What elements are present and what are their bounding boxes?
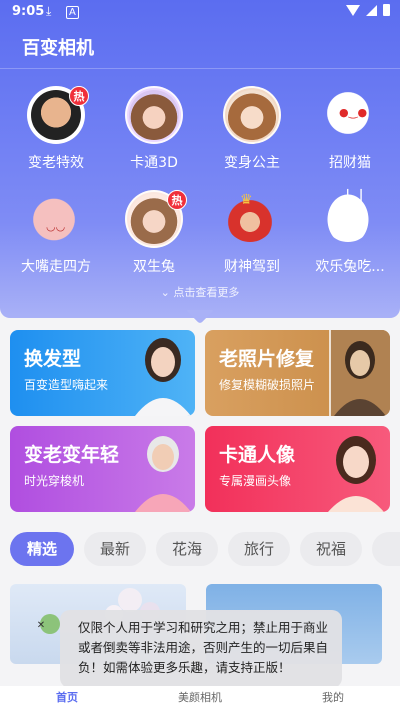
- category-chips: 精选 最新 花海 旅行 祝福: [0, 532, 400, 568]
- effect-avatar: [125, 86, 183, 144]
- hero-divider: [0, 68, 400, 69]
- hero-notch: [186, 310, 214, 324]
- effect-label: 财神驾到: [224, 259, 280, 275]
- card-portrait: [135, 436, 191, 512]
- disclaimer-toast: 仅限个人用于学习和研究之用；禁止用于商业或者倒卖等非法用途，否则产生的一切后果自…: [60, 610, 342, 688]
- effect-lucky-cat[interactable]: ●‿● 招财猫: [302, 86, 398, 172]
- card-title: 卡通人像: [219, 444, 296, 466]
- rabbit-ears-icon: ❘❘: [341, 186, 368, 205]
- chip-blessing[interactable]: 祝福: [300, 532, 362, 566]
- download-icon: ⤓: [46, 4, 52, 18]
- battery-icon: [383, 4, 390, 16]
- effect-avatar: ❘❘: [321, 186, 379, 248]
- chevron-down-icon: ⌄: [160, 286, 170, 299]
- effect-label: 大嘴走四方: [21, 259, 91, 275]
- see-more-label: 点击查看更多: [173, 286, 240, 299]
- card-subtitle: 百变造型嗨起来: [24, 378, 109, 392]
- card-hairstyle[interactable]: 换发型 百变造型嗨起来: [10, 330, 195, 416]
- chip-travel[interactable]: 旅行: [228, 532, 290, 566]
- status-bar: 9:05 ⤓ A: [0, 0, 400, 26]
- effect-label: 招财猫: [329, 155, 371, 171]
- effect-twin-rabbit[interactable]: 热 双生兔: [106, 190, 202, 276]
- chip-flowers[interactable]: 花海: [156, 532, 218, 566]
- card-title: 换发型: [24, 348, 82, 370]
- big-mouth-icon: ◡◡: [46, 220, 66, 233]
- effect-big-mouth[interactable]: ◡◡ 大嘴走四方: [8, 190, 104, 276]
- card-portrait: [329, 330, 390, 416]
- card-cartoon-portrait[interactable]: 卡通人像 专属漫画头像: [205, 426, 390, 512]
- card-subtitle: 时光穿梭机: [24, 474, 85, 488]
- close-icon[interactable]: ✕: [35, 620, 47, 632]
- tab-beauty-camera[interactable]: 美颜相机: [165, 689, 235, 705]
- effect-avatar: ♛: [223, 190, 281, 248]
- effect-label: 卡通3D: [130, 155, 178, 171]
- effect-aging[interactable]: 热 变老特效: [8, 86, 104, 172]
- see-more-link[interactable]: ⌄ 点击查看更多: [0, 284, 400, 300]
- status-time: 9:05: [12, 4, 45, 19]
- card-age-change[interactable]: 变老变年轻 时光穿梭机: [10, 426, 195, 512]
- effect-avatar: 热: [27, 86, 89, 144]
- effect-avatar: ◡◡: [27, 190, 85, 248]
- card-subtitle: 修复模糊破损照片: [219, 378, 316, 392]
- effect-label: 变身公主: [224, 155, 280, 171]
- hot-badge: 热: [167, 190, 187, 210]
- signal-icon: [366, 4, 377, 16]
- effect-label: 欢乐兔吃...: [315, 259, 385, 275]
- chip-more[interactable]: [372, 532, 400, 566]
- tab-home[interactable]: 首页: [32, 689, 102, 705]
- bottom-tab-bar: 首页 美颜相机 我的: [0, 686, 400, 710]
- wifi-icon: [346, 4, 360, 16]
- card-portrait: [328, 436, 384, 512]
- effect-cartoon-3d[interactable]: 卡通3D: [106, 86, 202, 172]
- chip-latest[interactable]: 最新: [84, 532, 146, 566]
- lucky-cat-icon: ●‿●: [339, 106, 368, 119]
- card-portrait: [135, 338, 191, 416]
- card-title: 老照片修复: [219, 348, 315, 370]
- card-photo-restore[interactable]: 老照片修复 修复模糊破损照片: [205, 330, 390, 416]
- effect-avatar: [223, 86, 281, 144]
- tab-mine[interactable]: 我的: [298, 689, 368, 705]
- card-title: 变老变年轻: [24, 444, 120, 466]
- effect-label: 变老特效: [28, 155, 84, 171]
- chip-featured[interactable]: 精选: [10, 532, 74, 566]
- crown-icon: ♛: [240, 192, 253, 208]
- effect-avatar: ●‿●: [321, 86, 379, 144]
- effect-avatar: 热: [125, 190, 187, 248]
- effect-happy-rabbit[interactable]: ❘❘ 欢乐兔吃...: [302, 186, 398, 276]
- app-title: 百变相机: [22, 38, 94, 59]
- card-subtitle: 专属漫画头像: [219, 474, 292, 488]
- effect-god-of-wealth[interactable]: ♛ 财神驾到: [204, 190, 300, 276]
- hot-badge: 热: [69, 86, 89, 106]
- effect-princess[interactable]: 变身公主: [204, 86, 300, 172]
- notification-icon: A: [66, 6, 79, 19]
- effect-label: 双生兔: [133, 259, 175, 275]
